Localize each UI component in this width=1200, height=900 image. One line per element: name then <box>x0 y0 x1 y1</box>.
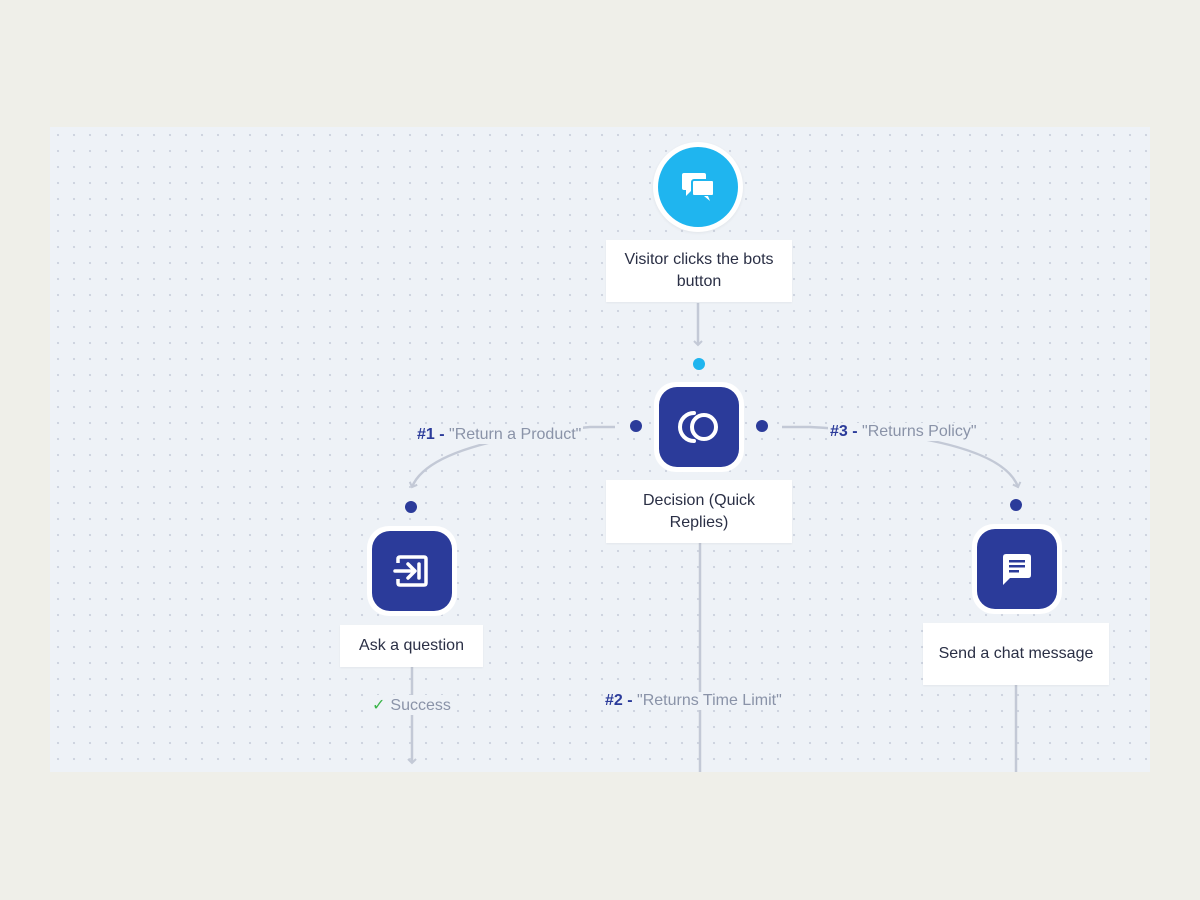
decision-node-icon[interactable] <box>654 382 744 472</box>
chat-bubbles-icon <box>682 173 715 201</box>
ask-node-label[interactable]: Ask a question <box>340 625 483 667</box>
input-port[interactable] <box>405 501 417 513</box>
input-arrow-icon <box>393 555 428 587</box>
start-node-label[interactable]: Visitor clicks the bots button <box>606 240 792 302</box>
decision-circles-icon <box>678 411 718 443</box>
flow-canvas[interactable]: Visitor clicks the bots button Decision … <box>50 127 1150 772</box>
branch-text: "Return a Product" <box>449 426 582 443</box>
chat-message-icon <box>1003 554 1031 585</box>
ask-node-icon[interactable] <box>367 526 457 616</box>
branch-number: #3 - <box>830 423 858 440</box>
success-label: ✓ Success <box>370 695 453 715</box>
decision-node-label[interactable]: Decision (Quick Replies) <box>606 480 792 543</box>
send-node-icon[interactable] <box>972 524 1062 614</box>
start-node-icon[interactable] <box>653 142 743 232</box>
output-port-right[interactable] <box>756 420 768 432</box>
branch-text: "Returns Time Limit" <box>637 692 782 709</box>
branch-number: #1 - <box>417 426 445 443</box>
branch-label-3: #3 - "Returns Policy" <box>828 423 979 441</box>
output-port-left[interactable] <box>630 420 642 432</box>
branch-text: "Returns Policy" <box>862 423 977 440</box>
input-port[interactable] <box>1010 499 1022 511</box>
check-icon: ✓ <box>372 697 386 714</box>
branch-number: #2 - <box>605 692 633 709</box>
branch-label-1: #1 - "Return a Product" <box>415 426 584 444</box>
input-port[interactable] <box>693 358 705 370</box>
branch-label-2: #2 - "Returns Time Limit" <box>603 692 784 710</box>
send-node-label[interactable]: Send a chat message <box>923 623 1109 685</box>
